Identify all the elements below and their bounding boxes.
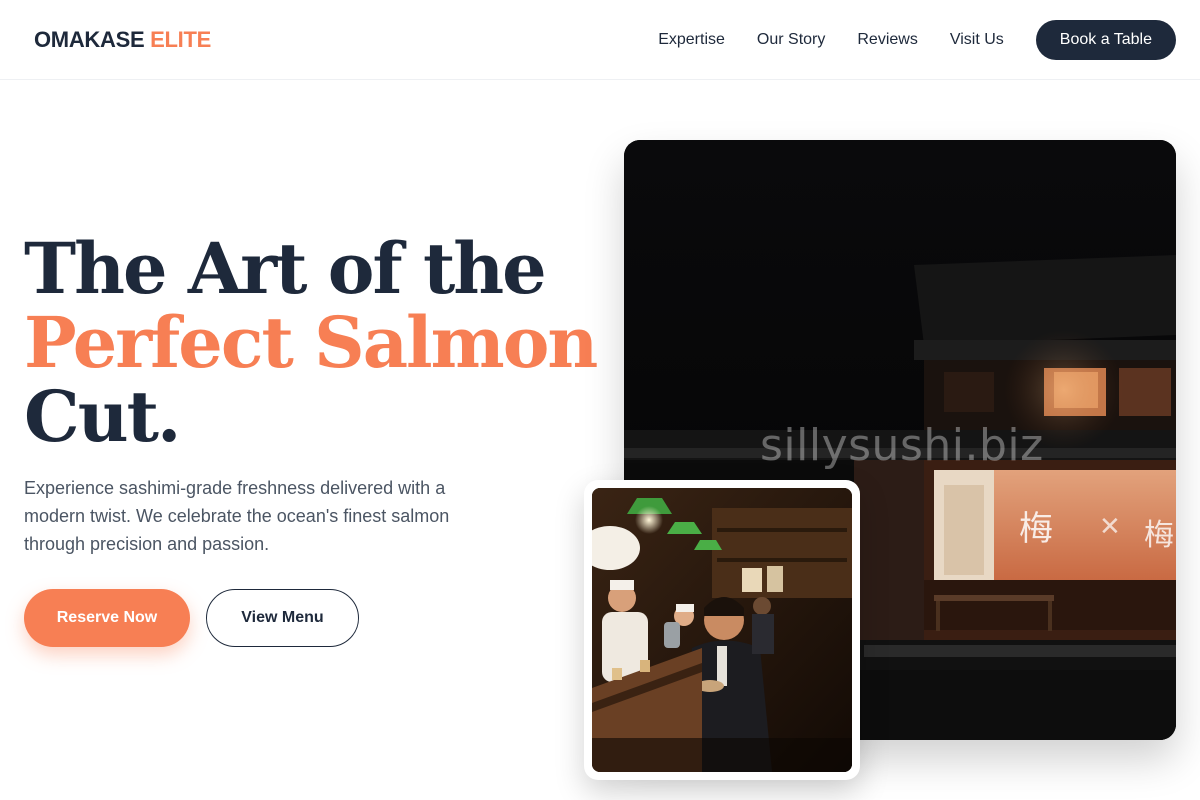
main-nav: Expertise Our Story Reviews Visit Us Boo… [626, 20, 1176, 60]
hero-title-line-3: Cut. [24, 375, 181, 458]
reserve-now-button[interactable]: Reserve Now [24, 589, 190, 647]
nav-link-reviews[interactable]: Reviews [857, 20, 917, 60]
brand-name-accent: ELITE [150, 27, 212, 52]
nav-link-expertise[interactable]: Expertise [658, 20, 725, 60]
svg-text:✕: ✕ [1099, 512, 1121, 542]
counter-dining-photo [592, 488, 852, 772]
hero-title: The Art of the Perfect Salmon Cut. [24, 227, 598, 458]
counter-dining-photo-frame [584, 480, 860, 780]
nav-link-our-story[interactable]: Our Story [757, 20, 825, 60]
view-menu-button[interactable]: View Menu [206, 589, 359, 647]
hero-title-line-2: Perfect Salmon [24, 301, 598, 384]
book-table-button[interactable]: Book a Table [1035, 20, 1176, 60]
brand-logo[interactable]: OMAKASE ELITE [34, 27, 211, 53]
brand-name-primary: OMAKASE [34, 27, 145, 52]
hero-description: Experience sashimi-grade freshness deliv… [24, 478, 450, 554]
svg-text:梅: 梅 [1144, 518, 1174, 553]
hero-title-line-1: The Art of the [24, 227, 547, 310]
site-header: OMAKASE ELITE Expertise Our Story Review… [0, 0, 1200, 80]
nav-link-visit-us[interactable]: Visit Us [950, 20, 1004, 60]
svg-text:梅: 梅 [1019, 509, 1053, 549]
